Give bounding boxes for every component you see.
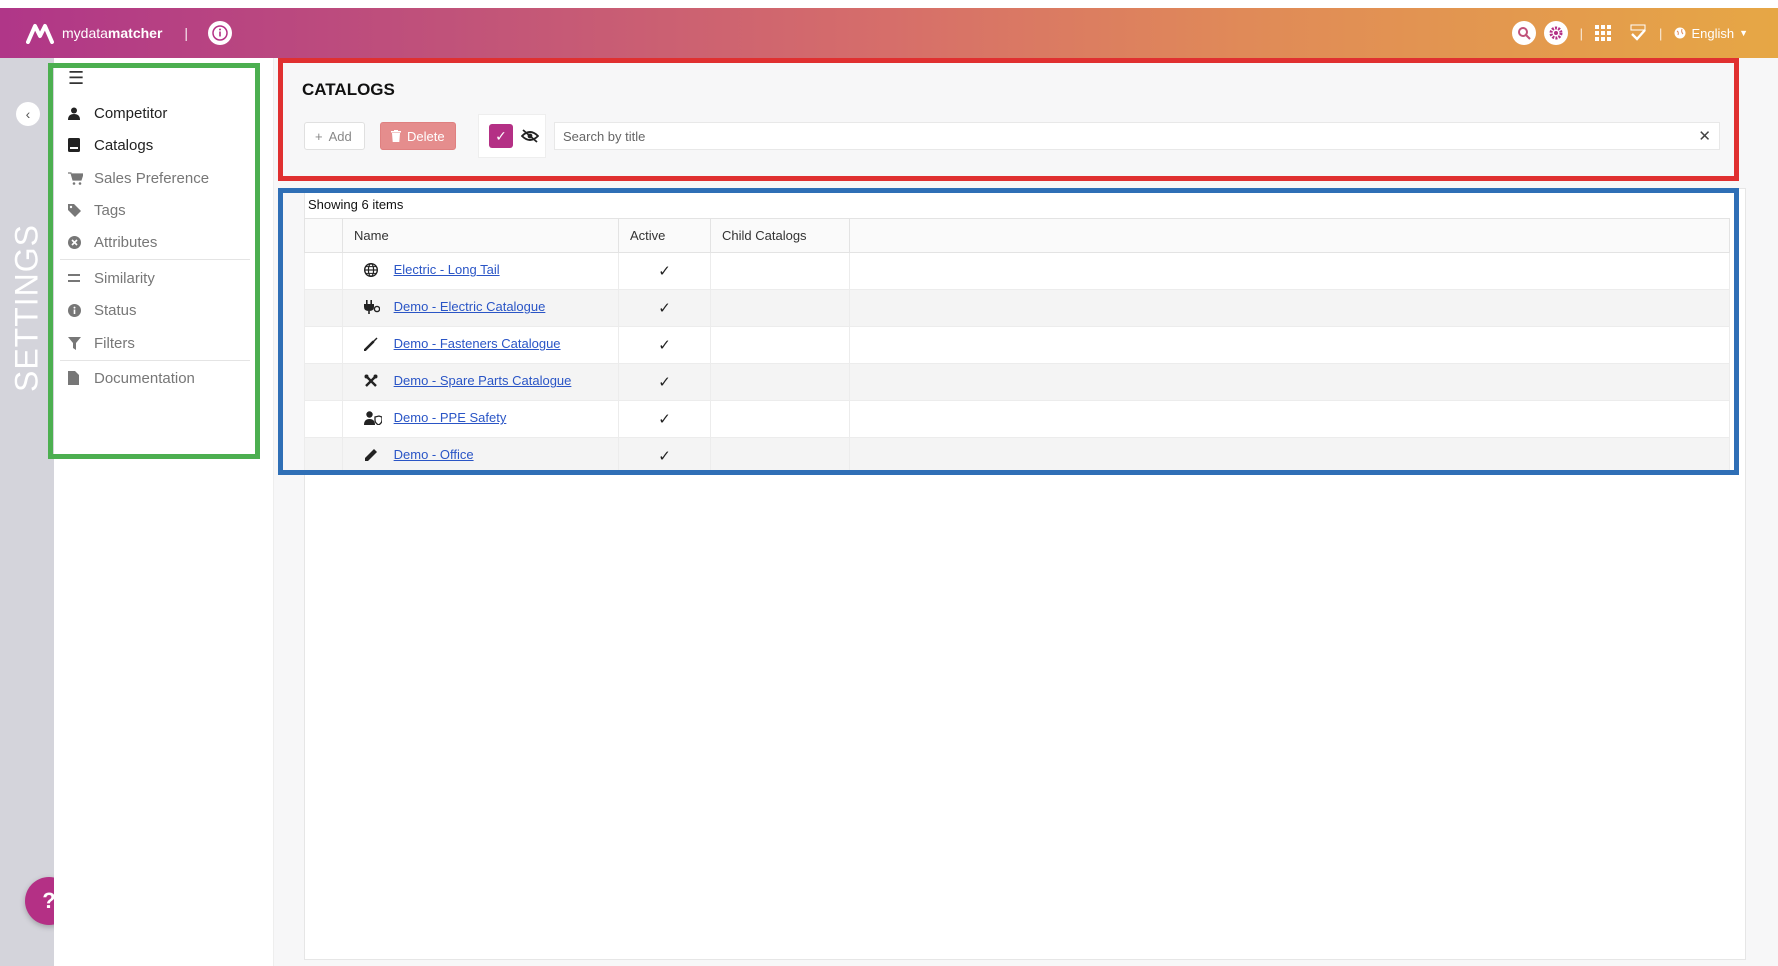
brand-name[interactable]: mydatamatcher [62,25,162,41]
header-actions: | | English ▼ [1511,8,1748,58]
settings-rail: ‹ SETTINGS [0,58,54,966]
settings-rail-label: SETTINGS [8,223,45,393]
apps-grid-icon[interactable] [1595,25,1612,41]
search-icon [1517,27,1531,40]
collapse-button[interactable]: ‹ [16,102,40,126]
info-button[interactable] [208,21,233,45]
header-divider: | [1659,25,1663,41]
gear-icon [1549,26,1563,40]
chevron-down-icon: ▼ [1739,28,1748,38]
sidebar-highlight-box [48,63,260,459]
table-highlight-box [278,188,1739,475]
header-divider: | [184,25,189,41]
header-divider: | [1579,25,1584,41]
brand-logo-icon[interactable] [26,22,56,44]
info-icon [212,25,228,41]
search-button[interactable] [1511,21,1536,45]
language-label: English [1691,25,1735,41]
chevron-left-icon: ‹ [25,106,31,122]
language-selector[interactable]: English ▼ [1674,26,1748,41]
header-highlight-box [278,58,1739,181]
globe-icon [1674,27,1686,39]
top-bar: mydatamatcher | | | English ▼ [0,8,1778,58]
data-check-icon[interactable] [1629,24,1647,42]
settings-button[interactable] [1543,21,1568,45]
